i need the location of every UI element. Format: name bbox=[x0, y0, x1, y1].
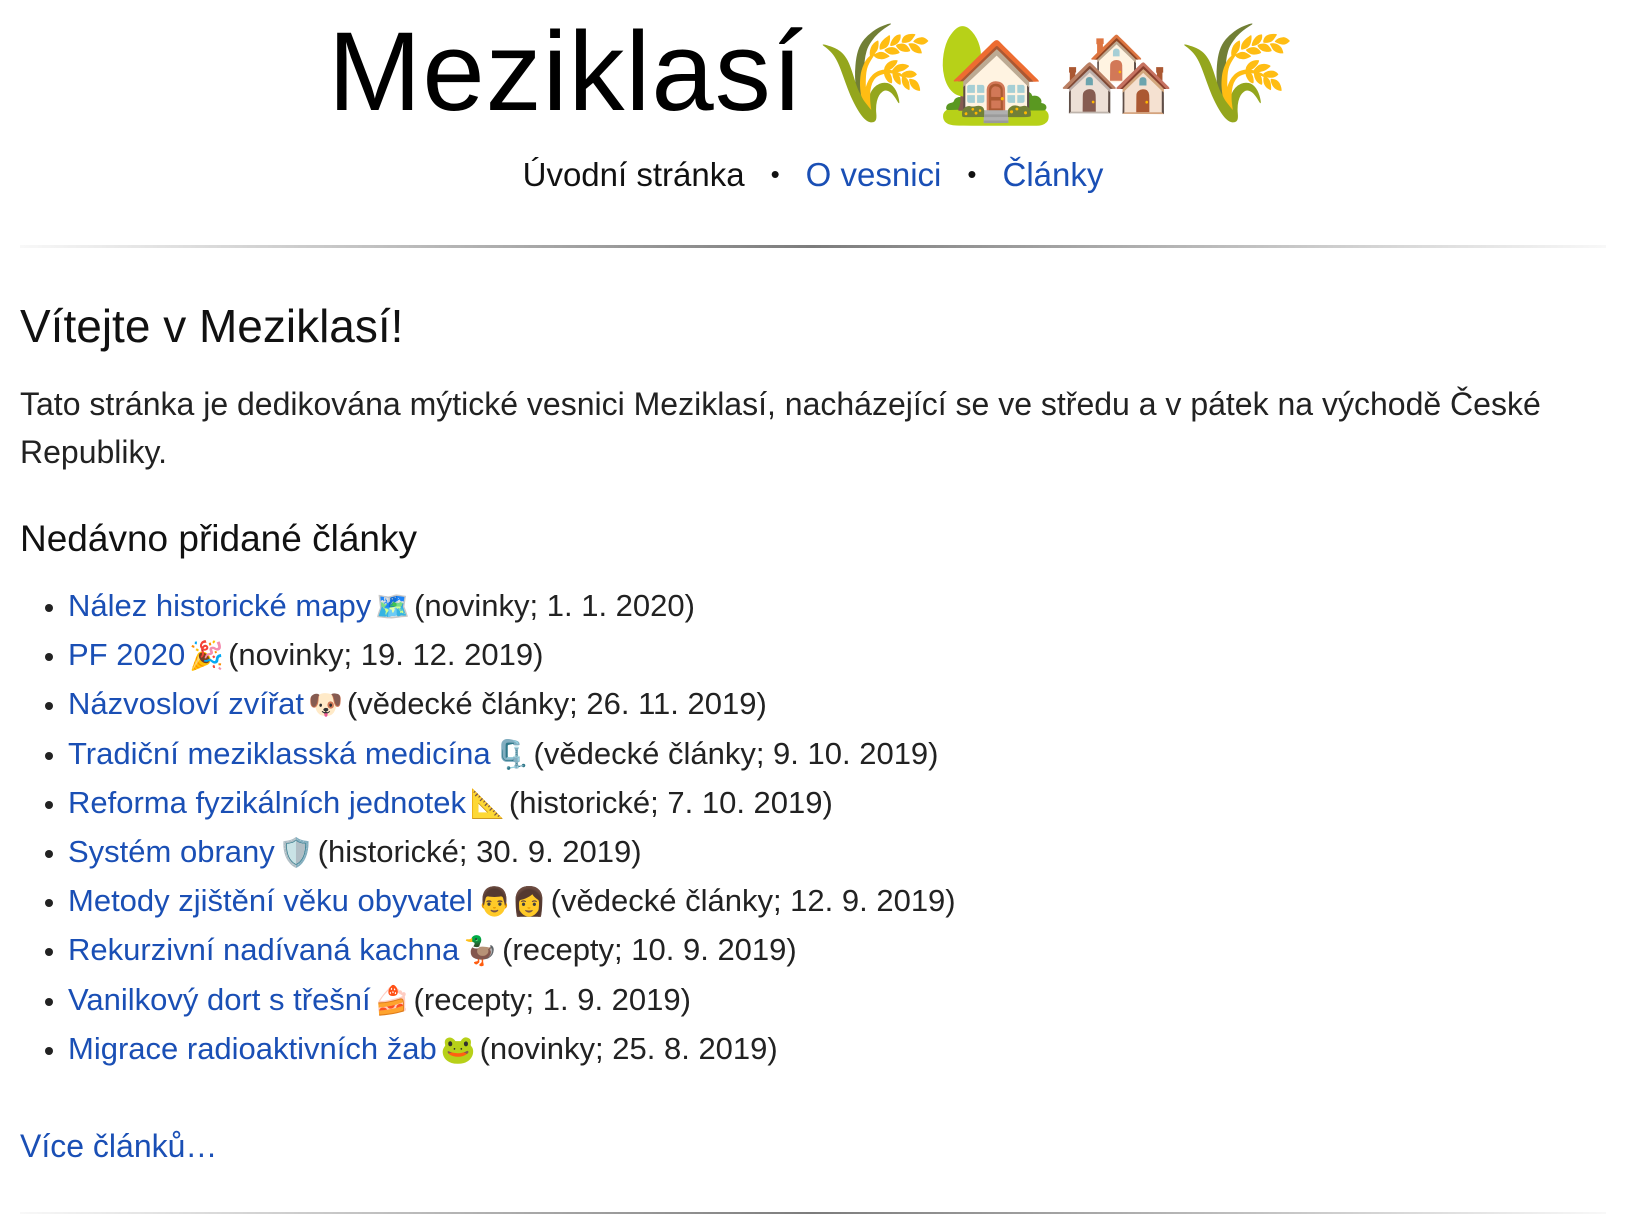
nav-separator: • bbox=[770, 159, 780, 189]
nav-separator: • bbox=[967, 159, 977, 189]
intro-paragraph: Tato stránka je dedikována mýtické vesni… bbox=[20, 386, 1541, 470]
list-item: Migrace radioaktivních žab🐸(novinky; 25.… bbox=[68, 1025, 1606, 1074]
list-item: Rekurzivní nadívaná kachna🦆(recepty; 10.… bbox=[68, 926, 1606, 975]
list-item: Názvosloví zvířat🐶(vědecké články; 26. 1… bbox=[68, 680, 1606, 729]
article-meta: (novinky; 19. 12. 2019) bbox=[228, 637, 544, 673]
list-item: Vanilkový dort s třešní🍰(recepty; 1. 9. … bbox=[68, 976, 1606, 1025]
article-meta: (recepty; 10. 9. 2019) bbox=[502, 932, 797, 968]
list-item: Systém obrany🛡️(historické; 30. 9. 2019) bbox=[68, 828, 1606, 877]
nav-item-home[interactable]: Úvodní stránka bbox=[523, 156, 745, 193]
article-link[interactable]: Reforma fyzikálních jednotek bbox=[68, 785, 466, 820]
article-link[interactable]: Migrace radioaktivních žab bbox=[68, 1031, 437, 1066]
shield-icon: 🛡️ bbox=[278, 837, 314, 869]
article-meta: (recepty; 1. 9. 2019) bbox=[413, 981, 691, 1017]
article-meta: (historické; 7. 10. 2019) bbox=[508, 784, 833, 820]
recent-articles-heading: Nedávno přidané články bbox=[20, 518, 417, 559]
list-item: PF 2020🎉(novinky; 19. 12. 2019) bbox=[68, 631, 1606, 680]
article-link[interactable]: PF 2020 bbox=[68, 637, 185, 672]
article-link[interactable]: Tradiční meziklasská medicína bbox=[68, 736, 491, 771]
article-link[interactable]: Systém obrany bbox=[68, 834, 275, 869]
article-meta: (novinky; 1. 1. 2020) bbox=[414, 588, 695, 623]
main-nav: Úvodní stránka • O vesnici • Články bbox=[0, 152, 1626, 197]
article-meta: (historické; 30. 9. 2019) bbox=[317, 834, 642, 870]
article-link[interactable]: Názvosloví zvířat bbox=[68, 686, 304, 721]
party-popper-icon: 🎉 bbox=[189, 640, 225, 672]
dog-face-icon: 🐶 bbox=[308, 689, 343, 721]
more-articles-link[interactable]: Více článků… bbox=[20, 1124, 217, 1168]
duck-icon: 🦆 bbox=[463, 935, 499, 967]
list-item: Tradiční meziklasská medicína🗜️(vědecké … bbox=[68, 730, 1606, 779]
article-link[interactable]: Vanilkový dort s třešní bbox=[68, 982, 371, 1017]
article-meta: (vědecké články; 9. 10. 2019) bbox=[533, 735, 939, 771]
list-item: Reforma fyzikálních jednotek📐(historické… bbox=[68, 779, 1606, 828]
header-divider bbox=[20, 245, 1606, 248]
site-title: Meziklasí 🌾🏡🏘️🌾 bbox=[0, 6, 1626, 140]
clamp-icon: 🗜️ bbox=[494, 738, 530, 770]
triangular-ruler-icon: 📐 bbox=[470, 787, 505, 819]
frog-icon: 🐸 bbox=[440, 1033, 476, 1065]
article-meta: (vědecké články; 12. 9. 2019) bbox=[550, 883, 956, 919]
page-title: Vítejte v Meziklasí! bbox=[20, 300, 404, 352]
nav-item-articles[interactable]: Články bbox=[1003, 156, 1104, 193]
article-list: Nález historické mapy🗺️(novinky; 1. 1. 2… bbox=[20, 582, 1606, 1074]
site-header: Meziklasí 🌾🏡🏘️🌾 Úvodní stránka • O vesnici •… bbox=[0, 0, 1626, 197]
cake-icon: 🍰 bbox=[374, 984, 410, 1016]
article-link[interactable]: Nález historické mapy bbox=[68, 588, 371, 623]
article-link[interactable]: Rekurzivní nadívaná kachna bbox=[68, 932, 459, 967]
list-item: Metody zjištění věku obyvatel👨👩(vědecké … bbox=[68, 877, 1606, 926]
article-meta: (vědecké články; 26. 11. 2019) bbox=[346, 686, 767, 722]
village-emoji-icon: 🌾🏡🏘️🌾 bbox=[815, 20, 1298, 127]
main-content: Vítejte v Meziklasí! Tato stránka je ded… bbox=[0, 298, 1626, 1168]
list-item: Nález historické mapy🗺️(novinky; 1. 1. 2… bbox=[68, 582, 1606, 631]
page: Meziklasí 🌾🏡🏘️🌾 Úvodní stránka • O vesnici •… bbox=[0, 0, 1626, 1214]
man-woman-icon: 👨👩 bbox=[476, 886, 547, 918]
article-link[interactable]: Metody zjištění věku obyvatel bbox=[68, 883, 473, 918]
nav-item-about[interactable]: O vesnici bbox=[806, 156, 942, 193]
site-title-text: Meziklasí bbox=[328, 9, 804, 134]
article-meta: (novinky; 25. 8. 2019) bbox=[479, 1030, 778, 1066]
map-icon: 🗺️ bbox=[375, 591, 411, 622]
